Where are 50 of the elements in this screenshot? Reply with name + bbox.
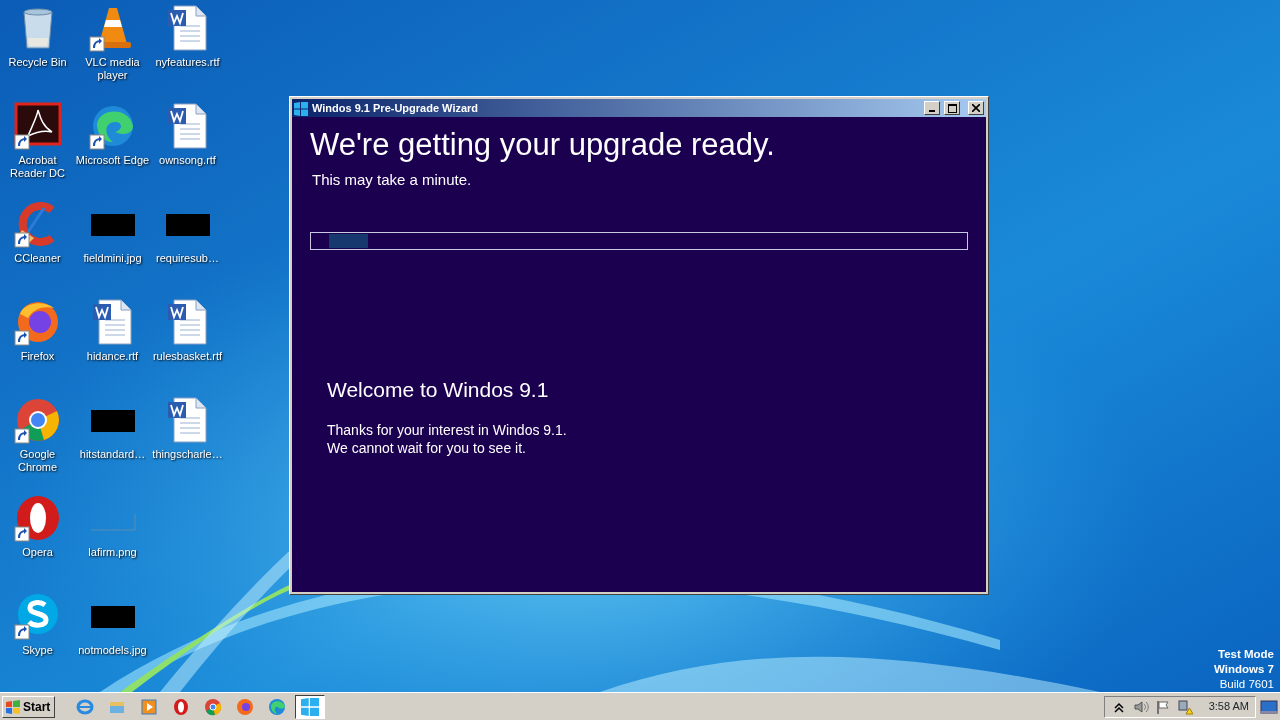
icon-label[interactable]: lafirm.png [88, 546, 137, 559]
icon-label[interactable]: rulesbasket.rtf [152, 350, 223, 363]
icon-label[interactable]: Opera [22, 546, 53, 559]
start-button[interactable]: Start [2, 695, 56, 718]
speaker-icon[interactable] [1132, 698, 1149, 715]
flag-icon[interactable] [1154, 698, 1171, 715]
windows-flag-icon [5, 699, 21, 714]
icon-label[interactable]: Acrobat Reader DC [0, 154, 75, 180]
close-icon [972, 104, 980, 112]
system-watermark-text: Windows 7 [1214, 662, 1274, 677]
windows-logo-icon [301, 697, 320, 716]
icon-label[interactable]: requiresub… [156, 252, 219, 265]
icon-label[interactable]: CCleaner [14, 252, 61, 265]
icon-label[interactable]: ownsong.rtf [159, 154, 216, 167]
icon-label[interactable]: VLC media player [75, 56, 150, 82]
opera-icon[interactable] [172, 697, 191, 716]
icon-label[interactable]: Microsoft Edge [75, 154, 150, 167]
maximize-button[interactable] [944, 101, 960, 115]
network-warning-icon[interactable] [1176, 698, 1193, 715]
icon-label[interactable]: fieldmini.jpg [83, 252, 142, 265]
icon-label[interactable]: thingscharle… [152, 448, 223, 461]
icon-label[interactable]: hidance.rtf [86, 350, 139, 363]
icon-label[interactable]: hitstandard… [79, 448, 146, 461]
heading: We're getting your upgrade ready. [310, 126, 776, 164]
acrobat-shortcut-icon[interactable] [13, 102, 62, 150]
welcome-title: Welcome to Windos 9.1 [327, 376, 550, 403]
opera-shortcut-icon[interactable] [13, 494, 62, 542]
chrome-icon[interactable] [204, 697, 223, 716]
welcome-text: Thanks for your interest in Windos 9.1. [327, 421, 568, 439]
chrome-shortcut-icon[interactable] [13, 396, 62, 444]
minimize-button[interactable] [924, 101, 940, 115]
icon-label[interactable]: Recycle Bin [8, 56, 67, 69]
media-player-icon[interactable] [140, 697, 159, 716]
system-watermark-text: Build 7601 [1218, 677, 1274, 692]
system-watermark-text: Test Mode [1217, 647, 1274, 662]
window-title: Windos 9.1 Pre-Upgrade Wizard [312, 100, 480, 116]
firefox-icon[interactable] [236, 697, 255, 716]
maximize-icon [947, 103, 957, 113]
icon-label[interactable]: Google Chrome [0, 448, 75, 474]
close-button[interactable] [968, 101, 984, 115]
welcome-text: We cannot wait for you to see it. [327, 439, 527, 457]
clock[interactable]: 3:58 AM [1208, 698, 1249, 715]
show-desktop-icon[interactable] [1260, 698, 1278, 715]
icon-label[interactable]: Skype [22, 644, 53, 657]
icon-label[interactable]: Firefox [20, 350, 55, 363]
subheading: This may take a minute. [312, 170, 473, 190]
taskbar-window-button[interactable] [295, 694, 326, 719]
icon-label[interactable]: notmodels.jpg [78, 644, 147, 657]
windows-logo-icon [294, 101, 308, 116]
icon-label[interactable]: nyfeatures.rtf [155, 56, 220, 69]
